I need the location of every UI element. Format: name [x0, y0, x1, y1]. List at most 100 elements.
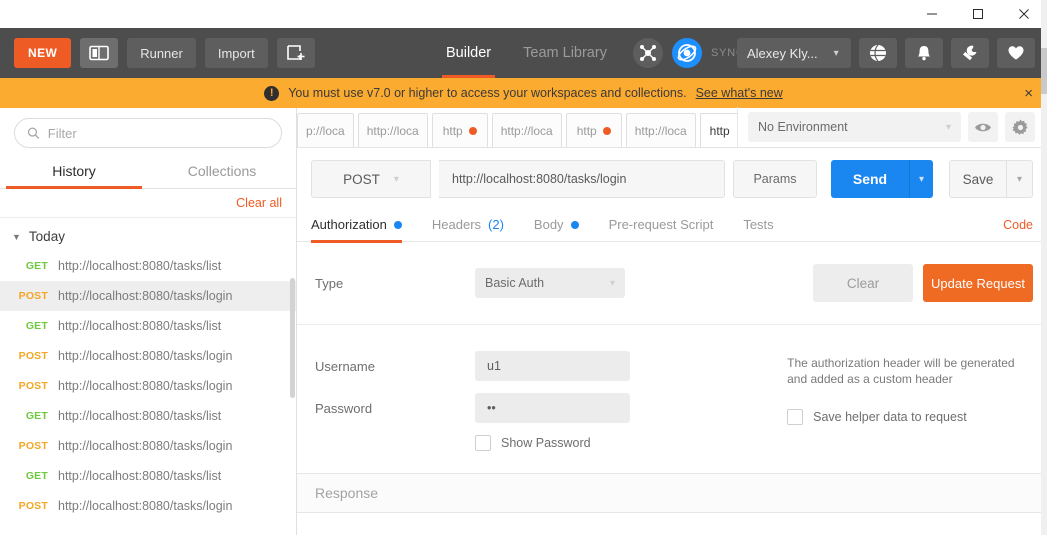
request-subtab[interactable]: Tests [743, 208, 773, 242]
request-url-row: POST ▾ http://localhost:8080/tasks/login… [297, 148, 1047, 208]
history-group-header[interactable]: ▼ Today [0, 226, 296, 251]
environment-quick-look-button[interactable] [968, 112, 998, 142]
environment-bar: No Environment ▾ [737, 107, 1047, 147]
show-password-checkbox[interactable] [475, 435, 491, 451]
request-tab[interactable]: http✕ [699, 113, 737, 147]
request-tab[interactable]: http [431, 113, 488, 147]
sync-orbit-icon [677, 44, 697, 62]
password-input[interactable]: •• [475, 393, 630, 423]
request-subtab[interactable]: Headers (2) [432, 208, 504, 242]
history-group-label: Today [28, 229, 65, 244]
tab-builder[interactable]: Builder [430, 28, 507, 78]
username-label: Username [315, 358, 375, 374]
main-scrollbar-track[interactable] [1041, 0, 1047, 535]
favorites-button[interactable] [997, 38, 1035, 68]
request-url-value: http://localhost:8080/tasks/login [452, 172, 627, 186]
history-item[interactable]: GET http://localhost:8080/tasks/list [0, 461, 296, 491]
request-subtab[interactable]: Body [534, 208, 579, 242]
response-title: Response [315, 485, 379, 501]
eye-icon [975, 123, 991, 131]
runner-button[interactable]: Runner [127, 38, 196, 68]
history-item[interactable]: POST http://localhost:8080/tasks/login [0, 341, 296, 371]
update-request-button[interactable]: Update Request [923, 264, 1033, 302]
save-helper-checkbox[interactable] [787, 409, 804, 425]
history-item[interactable]: POST http://localhost:8080/tasks/login [0, 371, 296, 401]
auth-type-value: Basic Auth [485, 276, 545, 290]
sidebar-scrollbar[interactable] [290, 278, 295, 398]
auth-type-row: Type Basic Auth ▾ Clear Update Request [297, 242, 1047, 325]
history-item-url: http://localhost:8080/tasks/list [58, 319, 222, 333]
request-subtab[interactable]: Authorization [311, 208, 402, 243]
notifications-button[interactable] [905, 38, 943, 68]
banner-close-button[interactable]: × [1024, 78, 1033, 108]
network-icon-button[interactable] [632, 38, 663, 68]
http-method-label: POST [343, 171, 380, 187]
history-item[interactable]: POST http://localhost:8080/tasks/login [0, 431, 296, 461]
request-tab[interactable]: http://loca [491, 113, 562, 147]
http-method-select[interactable]: POST ▾ [311, 160, 431, 198]
sidebar-tab-collections[interactable]: Collections [148, 154, 296, 188]
sidebar-tab-history[interactable]: History [0, 154, 148, 189]
subtab-indicator-dot-icon [393, 220, 402, 229]
sync-icon-button[interactable] [671, 38, 702, 68]
app-body: History Collections Clear all ▼ Today GE… [0, 0, 1047, 535]
username-value: u1 [487, 359, 501, 373]
response-section-header: Response [297, 473, 1047, 513]
history-item[interactable]: POST http://localhost:8080/tasks/login [0, 491, 296, 521]
import-button[interactable]: Import [204, 38, 268, 68]
globe-button[interactable] [859, 38, 897, 68]
history-item-url: http://localhost:8080/tasks/list [58, 259, 222, 273]
history-item[interactable]: GET http://localhost:8080/tasks/list [0, 311, 296, 341]
save-options-button[interactable]: ▾ [1007, 160, 1033, 198]
history-item-url: http://localhost:8080/tasks/login [58, 349, 233, 363]
user-menu-button[interactable]: Alexey Kly... ▾ [737, 38, 851, 68]
exclamation-icon: ! [264, 85, 280, 101]
wrench-icon [963, 45, 977, 61]
history-item[interactable]: GET http://localhost:8080/tasks/list [0, 251, 296, 281]
send-options-button[interactable]: ▾ [909, 160, 933, 198]
sidebar-tabs: History Collections [0, 154, 296, 189]
clear-all-button[interactable]: Clear all [236, 196, 282, 210]
environment-settings-button[interactable] [1005, 112, 1035, 142]
request-subtab[interactable]: Pre-request Script [609, 208, 714, 242]
auth-type-select[interactable]: Basic Auth ▾ [475, 268, 625, 298]
see-whats-new-link[interactable]: See what's new [696, 86, 783, 100]
app-toolbar: NEW Runner Import Builder Team Library A… [0, 28, 1047, 78]
history-item[interactable]: GET http://localhost:8080/tasks/list [0, 401, 296, 431]
history-list: ▼ Today GET http://localhost:8080/tasks/l… [0, 218, 296, 521]
environment-select[interactable]: No Environment ▾ [748, 112, 961, 142]
search-icon [27, 127, 40, 139]
request-url-input[interactable]: http://localhost:8080/tasks/login [439, 160, 725, 198]
maximize-window-button[interactable] [955, 0, 1001, 28]
search-input[interactable] [47, 125, 269, 141]
history-item-method: POST [18, 500, 48, 512]
request-tab[interactable]: http [565, 113, 622, 147]
save-button[interactable]: Save [949, 160, 1007, 198]
new-button[interactable]: NEW [14, 38, 72, 68]
request-tab[interactable]: http://loca [357, 113, 428, 147]
new-window-button[interactable] [276, 38, 315, 68]
send-button[interactable]: Send [831, 160, 909, 198]
history-item[interactable]: POST http://localhost:8080/tasks/login [0, 281, 296, 311]
main-scrollbar-thumb[interactable] [1041, 48, 1047, 94]
subtab-indicator-dot-icon [570, 220, 579, 229]
minimize-window-button[interactable] [909, 0, 955, 28]
filter-box[interactable] [14, 118, 282, 148]
gear-icon [1011, 119, 1027, 135]
history-item-method: GET [25, 320, 48, 332]
clear-auth-button[interactable]: Clear [813, 264, 913, 302]
sidebar-toggle-button[interactable] [80, 38, 119, 68]
params-button[interactable]: Params [733, 160, 817, 198]
history-item-method: POST [18, 440, 48, 452]
request-tab-label: http [576, 123, 597, 138]
code-link[interactable]: Code [1003, 218, 1033, 232]
request-tab[interactable]: p://loca [297, 113, 354, 147]
request-tab[interactable]: http://loca [625, 113, 696, 147]
tab-team-library[interactable]: Team Library [507, 28, 623, 78]
send-button-group: Send ▾ [831, 160, 933, 198]
history-item-method: GET [25, 260, 48, 272]
response-body-placeholder [297, 513, 1047, 535]
username-input[interactable]: u1 [475, 351, 630, 381]
settings-wrench-button[interactable] [951, 38, 989, 68]
request-tab-label: http [442, 123, 463, 138]
